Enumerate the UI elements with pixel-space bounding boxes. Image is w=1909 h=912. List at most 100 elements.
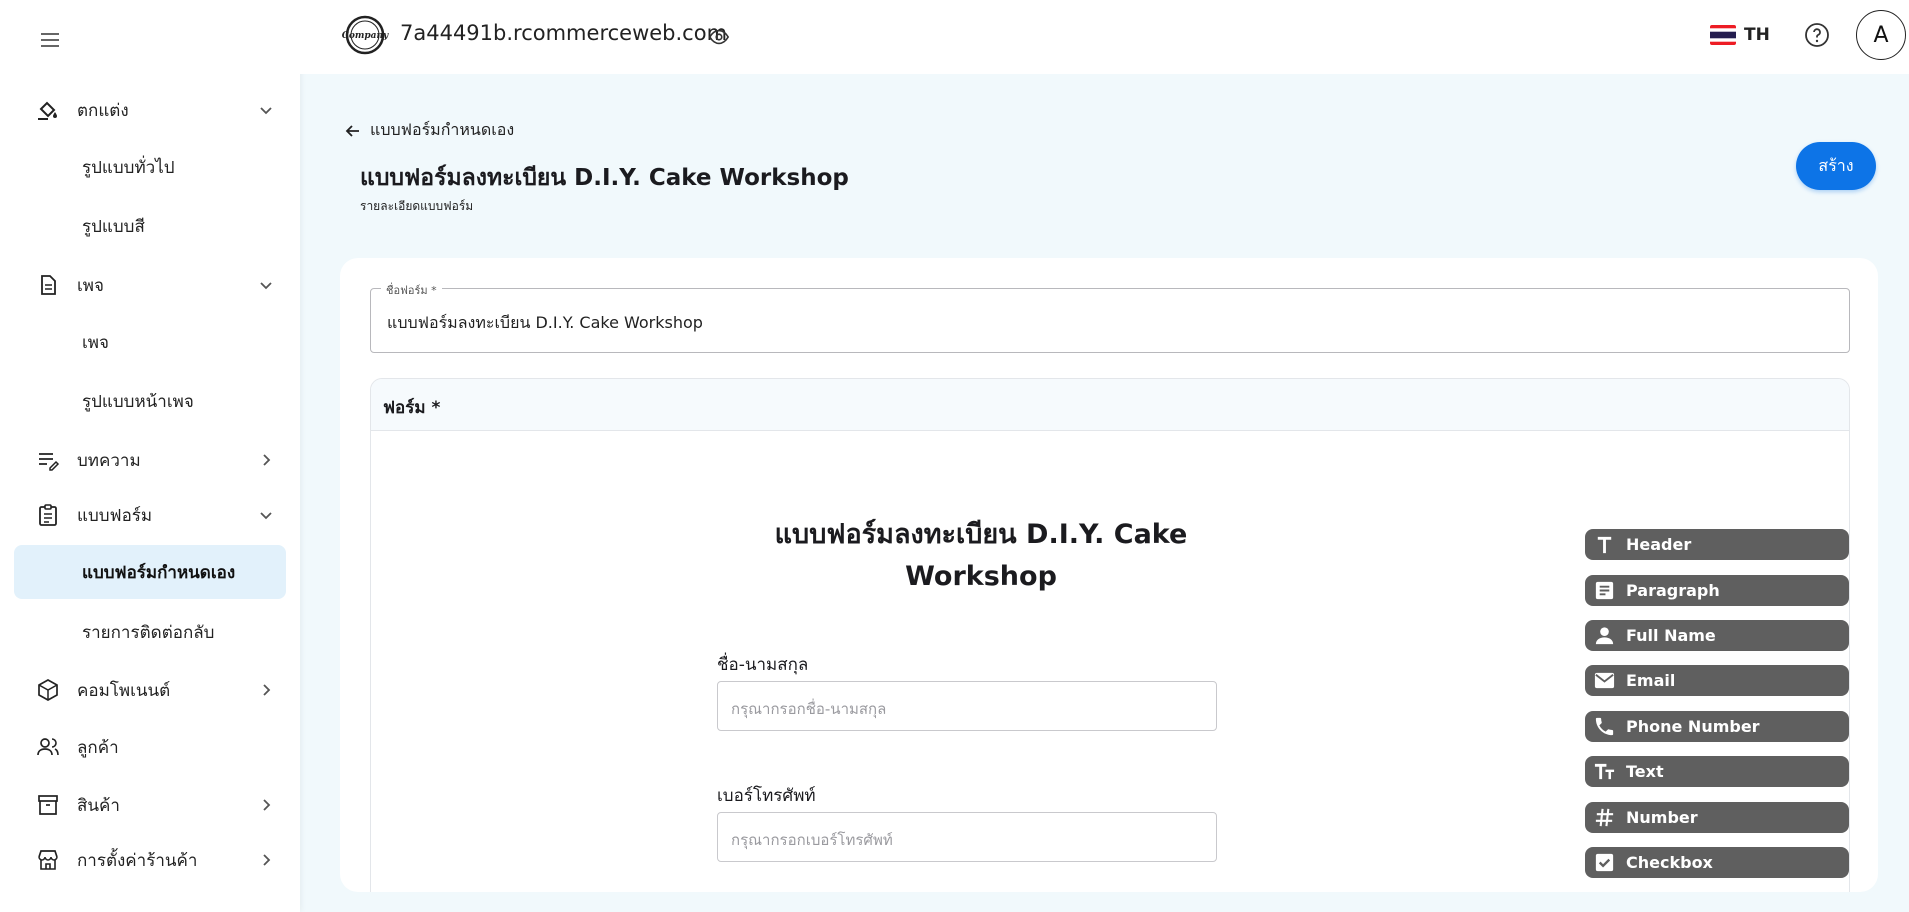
palette-item-label: Phone Number <box>1626 717 1760 736</box>
article-edit-icon <box>39 453 60 471</box>
store-domain: 7a44491b.rcommerceweb.com <box>400 21 728 45</box>
phone-icon <box>1595 717 1614 736</box>
envelope-icon <box>1594 672 1615 689</box>
form-preview-title-line: Workshop <box>905 561 1057 592</box>
sidebar-item-pages[interactable]: เพจ <box>0 257 300 313</box>
chevron-down-icon <box>260 512 272 520</box>
checkbox-icon <box>1595 853 1614 872</box>
input-placeholder: กรุณากรอกเบอร์โทรศัพท์ <box>731 831 893 849</box>
page-subtitle: รายละเอียดแบบฟอร์ม <box>360 199 474 213</box>
sidebar-item-customers[interactable]: ลูกค้า <box>0 719 300 775</box>
palette-item-paragraph[interactable]: Paragraph <box>1585 575 1849 606</box>
fullname-input[interactable]: กรุณากรอกชื่อ-นามสกุล <box>717 681 1217 731</box>
back-link[interactable]: แบบฟอร์มกำหนดเอง <box>344 118 514 143</box>
palette-item-label: Email <box>1626 671 1676 690</box>
top-bar: Company 7a44491b.rcommerceweb.com TH A <box>300 0 1909 74</box>
palette-item-checkbox[interactable]: Checkbox <box>1585 847 1849 878</box>
hamburger-menu-icon[interactable] <box>38 28 62 52</box>
create-button[interactable]: สร้าง <box>1796 142 1876 190</box>
palette-item-label: Paragraph <box>1626 581 1720 600</box>
sidebar-item-label: การตั้งค่าร้านค้า <box>77 850 198 871</box>
language-label[interactable]: TH <box>1744 25 1770 45</box>
sidebar-subitem-label: รูปแบบสี <box>82 216 145 237</box>
sidebar-item-label: สินค้า <box>77 795 120 816</box>
form-name-value: แบบฟอร์มลงทะเบียน D.I.Y. Cake Workshop <box>387 313 703 332</box>
form-preview-title-line: แบบฟอร์มลงทะเบียน D.I.Y. Cake <box>774 519 1188 550</box>
sidebar-item-label: แบบฟอร์ม <box>77 505 153 526</box>
field-label-phone: เบอร์โทรศัพท์ <box>717 786 816 806</box>
help-icon[interactable] <box>1804 22 1830 48</box>
page-title: แบบฟอร์มลงทะเบียน D.I.Y. Cake Workshop <box>360 165 849 191</box>
sidebar-subitem-label: แบบฟอร์มกำหนดเอง <box>82 562 236 583</box>
palette-item-label: Number <box>1626 808 1698 827</box>
eye-icon[interactable] <box>708 26 730 48</box>
sidebar-subitem-label: รูปแบบหน้าเพจ <box>82 391 194 412</box>
form-preview-title[interactable]: แบบฟอร์มลงทะเบียน D.I.Y. Cake Workshop <box>751 514 1211 598</box>
text-size-icon <box>1594 763 1615 780</box>
thai-flag-icon[interactable] <box>1710 25 1736 45</box>
sidebar-subitem-label: รายการติดต่อกลับ <box>82 622 215 643</box>
chevron-right-icon <box>263 454 271 466</box>
field-label-fullname: ชื่อ-นามสกุล <box>717 655 809 675</box>
paragraph-icon <box>1595 581 1614 600</box>
person-icon <box>1595 627 1614 645</box>
palette-item-text[interactable]: Text <box>1585 756 1849 787</box>
sidebar-item-forms[interactable]: แบบฟอร์ม <box>0 487 300 543</box>
input-placeholder: กรุณากรอกชื่อ-นามสกุล <box>731 700 887 718</box>
palette-item-email[interactable]: Email <box>1585 665 1849 696</box>
form-builder-title: ฟอร์ม * <box>383 398 441 418</box>
palette-item-fullname[interactable]: Full Name <box>1585 620 1849 651</box>
sidebar-item-decorate[interactable]: ตกแต่ง <box>0 82 300 138</box>
hash-icon <box>1595 808 1614 827</box>
avatar[interactable]: A <box>1856 10 1906 60</box>
sidebar-item-store-settings[interactable]: การตั้งค่าร้านค้า <box>0 832 300 888</box>
palette-item-phone[interactable]: Phone Number <box>1585 711 1849 742</box>
palette-item-number[interactable]: Number <box>1585 802 1849 833</box>
paint-bucket-icon <box>38 101 57 120</box>
palette-item-header[interactable]: Header <box>1585 529 1849 560</box>
logo-text: Company <box>342 31 389 41</box>
cube-icon <box>38 679 58 701</box>
sidebar-subitem-page-layout[interactable]: รูปแบบหน้าเพจ <box>14 374 286 428</box>
sidebar-subitem-pages[interactable]: เพจ <box>14 315 286 369</box>
sidebar-item-label: เพจ <box>77 275 104 296</box>
chevron-right-icon <box>263 684 271 696</box>
form-builder-header: ฟอร์ม * <box>371 379 1849 431</box>
chevron-right-icon <box>263 854 271 866</box>
sidebar-subitem-custom-forms[interactable]: แบบฟอร์มกำหนดเอง <box>14 545 286 599</box>
sidebar-item-label: คอมโพเนนต์ <box>77 680 171 701</box>
clipboard-icon <box>39 504 57 526</box>
back-link-label: แบบฟอร์มกำหนดเอง <box>370 120 515 139</box>
arrow-left-icon <box>345 124 359 137</box>
sidebar-subitem-color-style[interactable]: รูปแบบสี <box>14 199 286 253</box>
sidebar-item-products[interactable]: สินค้า <box>0 777 300 833</box>
users-icon <box>37 738 59 756</box>
palette-item-label: Text <box>1626 762 1664 781</box>
header-t-icon <box>1597 536 1612 554</box>
sidebar-subitem-label: รูปแบบทั่วไป <box>82 157 175 178</box>
page-icon <box>41 275 56 295</box>
chevron-right-icon <box>263 799 271 811</box>
form-name-field[interactable]: ชื่อฟอร์ม * แบบฟอร์มลงทะเบียน D.I.Y. Cak… <box>370 281 1850 353</box>
sidebar-subitem-label: เพจ <box>82 332 109 353</box>
palette-item-label: Checkbox <box>1626 853 1713 872</box>
form-name-label: ชื่อฟอร์ม * <box>381 281 442 299</box>
store-icon <box>38 850 58 870</box>
chevron-down-icon <box>260 107 272 115</box>
phone-input[interactable]: กรุณากรอกเบอร์โทรศัพท์ <box>717 812 1217 862</box>
sidebar-panel: ตกแต่ง รูปแบบทั่วไป รูปแบบสี เพจ เพจ รูป… <box>0 0 300 912</box>
sidebar-item-components[interactable]: คอมโพเนนต์ <box>0 662 300 718</box>
form-card: ชื่อฟอร์ม * แบบฟอร์มลงทะเบียน D.I.Y. Cak… <box>340 258 1878 892</box>
sidebar-item-articles[interactable]: บทความ <box>0 432 300 488</box>
archive-icon <box>38 795 58 815</box>
palette-item-label: Full Name <box>1626 626 1716 645</box>
company-logo[interactable]: Company <box>340 15 390 55</box>
sidebar-subitem-general-style[interactable]: รูปแบบทั่วไป <box>14 140 286 194</box>
sidebar-item-label: ตกแต่ง <box>77 100 129 121</box>
chevron-down-icon <box>260 282 272 290</box>
sidebar-item-label: บทความ <box>77 450 141 471</box>
palette-item-label: Header <box>1626 535 1692 554</box>
sidebar-subitem-contact-list[interactable]: รายการติดต่อกลับ <box>14 605 286 659</box>
form-builder-panel: ฟอร์ม * แบบฟอร์มลงทะเบียน D.I.Y. Cake Wo… <box>370 378 1850 892</box>
sidebar-item-label: ลูกค้า <box>77 737 119 758</box>
